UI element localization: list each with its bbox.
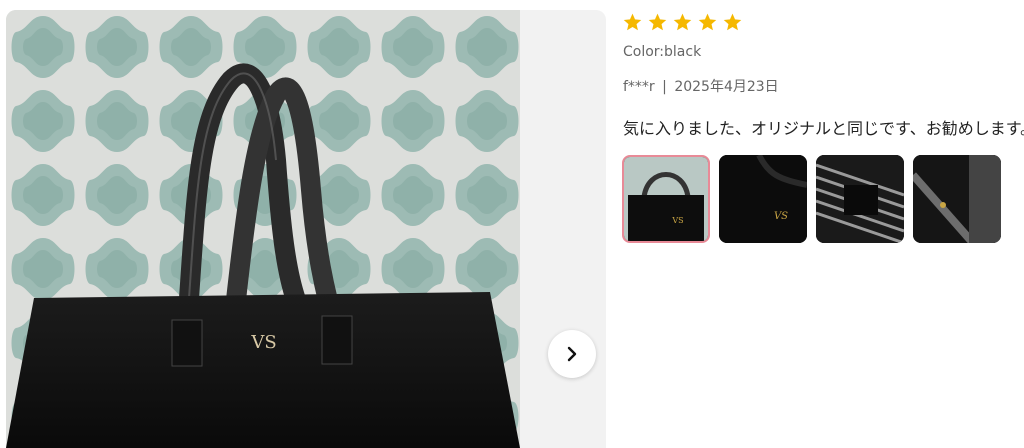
thumbnail-2[interactable]: VS <box>719 155 807 243</box>
thumbnail-image <box>913 155 1001 243</box>
chevron-right-icon <box>567 346 577 362</box>
meta-separator: | <box>662 79 667 95</box>
thumbnail-image: VS <box>719 155 807 243</box>
review-thumbnails: VS VS <box>622 155 1001 243</box>
reviewer-name: f***r <box>623 79 655 95</box>
star-icon <box>673 13 692 31</box>
color-variant-label: Color:black <box>623 44 702 60</box>
svg-text:VS: VS <box>671 216 683 225</box>
thumbnail-4[interactable] <box>913 155 1001 243</box>
star-icon <box>723 13 742 31</box>
rating-stars <box>622 12 743 33</box>
svg-text:VS: VS <box>250 332 276 353</box>
thumbnail-1[interactable]: VS <box>622 155 710 243</box>
thumbnail-image: VS <box>624 157 708 241</box>
review-image-viewer: VS <box>6 10 606 448</box>
next-image-button[interactable] <box>548 330 596 378</box>
star-icon <box>698 13 717 31</box>
thumbnail-image <box>816 155 904 243</box>
review-photo-main[interactable]: VS <box>6 10 520 448</box>
thumbnail-3[interactable] <box>816 155 904 243</box>
review-comment: 気に入りました、オリジナルと同じです、お勧めします。 <box>623 119 1024 138</box>
star-icon <box>623 13 642 31</box>
review-panel: Color:black f***r | 2025年4月23日 気に入りました、オ… <box>622 0 1024 448</box>
tote-bag-photo: VS <box>6 10 520 448</box>
review-meta: f***r | 2025年4月23日 <box>623 76 779 96</box>
review-date: 2025年4月23日 <box>674 79 779 95</box>
star-icon <box>648 13 667 31</box>
svg-text:VS: VS <box>774 211 788 222</box>
